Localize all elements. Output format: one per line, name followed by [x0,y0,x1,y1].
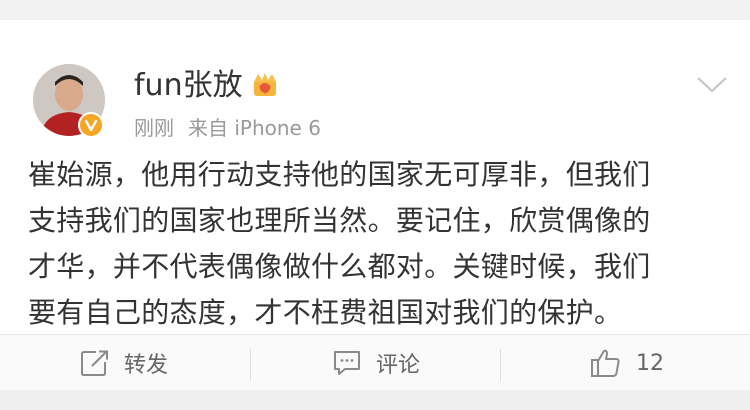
content-line: 支持我们的国家也理所当然。要记住，欣赏偶像的 [28,204,651,237]
post-time: 刚刚 [134,116,174,140]
comment-button[interactable]: 评论 [332,335,420,391]
content-line: 要有自己的态度，才不枉费祖国对我们的保护。 [28,296,623,329]
chevron-down-icon[interactable] [694,72,730,96]
divider [500,349,501,381]
post-source: 来自 iPhone 6 [188,116,321,140]
verified-v-icon [78,112,104,138]
feed-gap [0,390,750,410]
comment-icon [334,351,360,375]
post-content: 崔始源，他用行动支持他的国家无可厚非，但我们 支持我们的国家也理所当然。要记住，… [28,152,728,336]
thumbs-up-icon [591,349,620,377]
like-count: 12 [636,350,664,376]
crown-icon[interactable] [250,70,280,100]
like-button[interactable]: 12 [590,335,664,391]
content-line: 崔始源，他用行动支持他的国家无可厚非，但我们 [28,158,651,191]
repost-icon [81,350,108,376]
action-bar: 转发 评论 12 [0,334,750,391]
post-meta: 刚刚 来自 iPhone 6 [134,114,321,142]
weibo-post-card: fun张放 刚刚 来自 iPhone 6 崔始源，他用行动支持他的国家无可厚非，但… [0,20,750,334]
divider [250,349,251,381]
repost-label: 转发 [124,353,169,378]
comment-label: 评论 [376,353,421,378]
repost-button[interactable]: 转发 [80,335,168,391]
content-line: 才华，并不代表偶像做什么都对。关键时候，我们 [28,250,651,283]
username[interactable]: fun张放 [134,66,243,106]
